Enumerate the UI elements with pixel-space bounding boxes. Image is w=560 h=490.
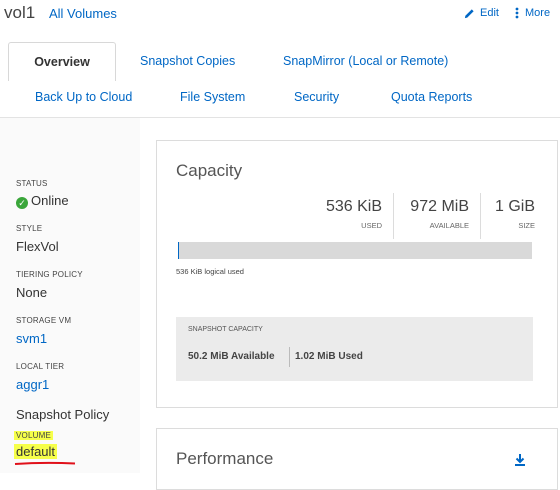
status-value: ✓Online [16, 193, 69, 209]
snapshot-divider [289, 347, 290, 367]
snapshot-used: 1.02 MiB Used [295, 351, 363, 362]
more-button[interactable]: More [515, 7, 550, 19]
style-label: STYLE [16, 224, 42, 233]
used-label: USED [326, 221, 382, 230]
available-value: 972 MiB [410, 198, 469, 216]
size-label: SIZE [495, 221, 535, 230]
check-circle-icon: ✓ [16, 197, 28, 209]
tiering-policy-value: None [16, 285, 47, 300]
local-tier-label: LOCAL TIER [16, 362, 64, 371]
volume-title: vol1 [4, 3, 35, 23]
metric-divider [393, 193, 394, 239]
tab-snapshot-copies[interactable]: Snapshot Copies [140, 54, 235, 68]
status-text: Online [31, 193, 69, 208]
all-volumes-link[interactable]: All Volumes [49, 6, 117, 21]
tab-back-up-to-cloud[interactable]: Back Up to Cloud [35, 90, 132, 104]
top-bar: vol1 All Volumes Edit More [0, 0, 560, 30]
available-metric: 972 MiB AVAILABLE [410, 198, 469, 230]
capacity-bar [178, 242, 532, 259]
volume-label-text: VOLUME [14, 431, 53, 440]
status-label: STATUS [16, 179, 48, 188]
available-label: AVAILABLE [410, 221, 469, 230]
size-metric: 1 GiB SIZE [495, 198, 535, 230]
edit-label: Edit [480, 7, 499, 19]
snapshot-capacity-label: SNAPSHOT CAPACITY [188, 326, 263, 333]
more-label: More [525, 7, 550, 19]
capacity-card: Capacity 536 KiB USED 972 MiB AVAILABLE … [156, 140, 558, 408]
tab-snapmirror[interactable]: SnapMirror (Local or Remote) [283, 54, 448, 68]
volume-value-text: default [14, 444, 57, 459]
metric-divider [480, 193, 481, 239]
style-value: FlexVol [16, 239, 59, 254]
volume-tabs: Overview Snapshot Copies SnapMirror (Loc… [0, 42, 560, 118]
tab-file-system[interactable]: File System [180, 90, 245, 104]
annotation-underline [14, 461, 76, 466]
snapshot-available: 50.2 MiB Available [188, 351, 275, 362]
performance-card: Performance [156, 428, 558, 490]
snapshot-capacity-box: SNAPSHOT CAPACITY 50.2 MiB Available 1.0… [176, 317, 533, 381]
pencil-icon [464, 8, 475, 19]
logical-used-text: 536 KiB logical used [176, 267, 244, 276]
vertical-dots-icon [515, 7, 519, 19]
edit-button[interactable]: Edit [464, 7, 499, 19]
local-tier-link[interactable]: aggr1 [16, 377, 49, 392]
tiering-policy-label: TIERING POLICY [16, 270, 83, 279]
used-metric: 536 KiB USED [326, 198, 382, 230]
storage-vm-label: STORAGE VM [16, 316, 71, 325]
used-value: 536 KiB [326, 198, 382, 216]
size-value: 1 GiB [495, 198, 535, 216]
storage-vm-link[interactable]: svm1 [16, 331, 47, 346]
snapshot-policy-label: Snapshot Policy [16, 407, 109, 422]
tab-overview[interactable]: Overview [8, 42, 116, 81]
tab-quota-reports[interactable]: Quota Reports [391, 90, 472, 104]
volume-label: VOLUME [16, 431, 53, 440]
volume-value: default [16, 444, 57, 459]
tab-security[interactable]: Security [294, 90, 339, 104]
download-icon[interactable] [514, 453, 526, 467]
performance-title: Performance [176, 449, 273, 469]
capacity-title: Capacity [176, 161, 242, 181]
